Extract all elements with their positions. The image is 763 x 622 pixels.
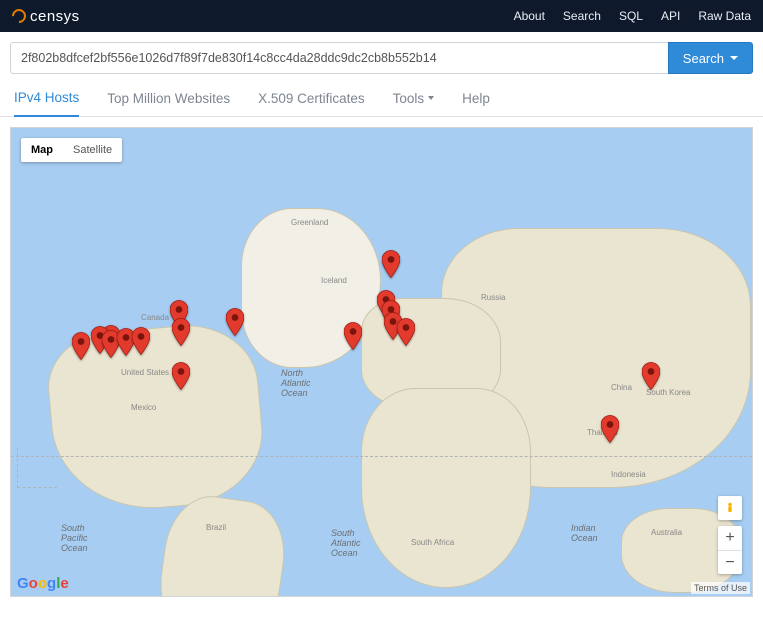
map-pin-us-midwest-2[interactable] (132, 327, 150, 355)
map-pin-east-asia[interactable] (642, 362, 660, 390)
dateline-segment (17, 448, 57, 488)
nav-about[interactable]: About (514, 9, 545, 23)
country-label: China (611, 383, 632, 392)
tabs: IPv4 Hosts Top Million Websites X.509 Ce… (0, 80, 763, 117)
search-button-label: Search (683, 51, 724, 66)
terms-of-use-link[interactable]: Terms of Use (691, 582, 750, 594)
nav-sql[interactable]: SQL (619, 9, 643, 23)
search-button[interactable]: Search (668, 42, 753, 74)
tab-tools[interactable]: Tools (393, 90, 435, 116)
map-pin-us-northeast[interactable] (172, 318, 190, 346)
nav-api[interactable]: API (661, 9, 680, 23)
country-label: Brazil (206, 523, 226, 532)
country-label: Russia (481, 293, 505, 302)
zoom-in-button[interactable]: + (718, 526, 742, 550)
nav-search[interactable]: Search (563, 9, 601, 23)
map-pin-italy[interactable] (397, 318, 415, 346)
chevron-down-icon (428, 96, 434, 100)
ocean-label-south-pacific: South Pacific Ocean (61, 523, 88, 553)
country-label: Indonesia (611, 470, 646, 479)
map-pin-scandinavia[interactable] (382, 250, 400, 278)
top-nav: About Search SQL API Raw Data (514, 9, 751, 23)
map-type-control: Map Satellite (21, 138, 122, 162)
ocean-label-indian: Indian Ocean (571, 523, 598, 543)
map-pin-spain[interactable] (344, 322, 362, 350)
world-map[interactable]: North Atlantic Ocean South Atlantic Ocea… (10, 127, 753, 597)
zoom-control: + − (718, 526, 742, 574)
ocean-label-north-atlantic: North Atlantic Ocean (281, 368, 311, 398)
tab-tools-label: Tools (393, 91, 425, 106)
map-pin-southeast-asia[interactable] (601, 415, 619, 443)
map-type-map[interactable]: Map (21, 138, 63, 162)
search-input[interactable] (10, 42, 668, 74)
tab-help[interactable]: Help (462, 90, 490, 116)
tab-top-million[interactable]: Top Million Websites (107, 90, 230, 116)
ocean-label-south-atlantic: South Atlantic Ocean (331, 528, 361, 558)
top-bar: censys About Search SQL API Raw Data (0, 0, 763, 32)
brand-c-icon (9, 6, 29, 26)
brand[interactable]: censys (12, 8, 80, 25)
google-logo: Google (17, 575, 69, 592)
country-label: United States (121, 368, 169, 377)
search-row: Search (0, 32, 763, 80)
landmass-africa (361, 388, 531, 588)
map-type-satellite[interactable]: Satellite (63, 138, 122, 162)
map-pin-eastern-canada[interactable] (226, 308, 244, 336)
equator-line (11, 456, 752, 457)
country-label: Iceland (321, 276, 347, 285)
chevron-down-icon (730, 56, 738, 60)
streetview-pegman[interactable] (718, 496, 742, 520)
country-label: Australia (651, 528, 682, 537)
tab-ipv4-hosts[interactable]: IPv4 Hosts (14, 90, 79, 117)
map-pin-us-south[interactable] (172, 362, 190, 390)
country-label: Greenland (291, 218, 328, 227)
pegman-icon (723, 501, 737, 515)
zoom-out-button[interactable]: − (718, 550, 742, 574)
country-label: Canada (141, 313, 169, 322)
map-pin-us-west-coast[interactable] (72, 332, 90, 360)
brand-text: censys (30, 8, 80, 25)
tab-x509-certs[interactable]: X.509 Certificates (258, 90, 365, 116)
nav-rawdata[interactable]: Raw Data (698, 9, 751, 23)
country-label: South Africa (411, 538, 454, 547)
country-label: Mexico (131, 403, 156, 412)
